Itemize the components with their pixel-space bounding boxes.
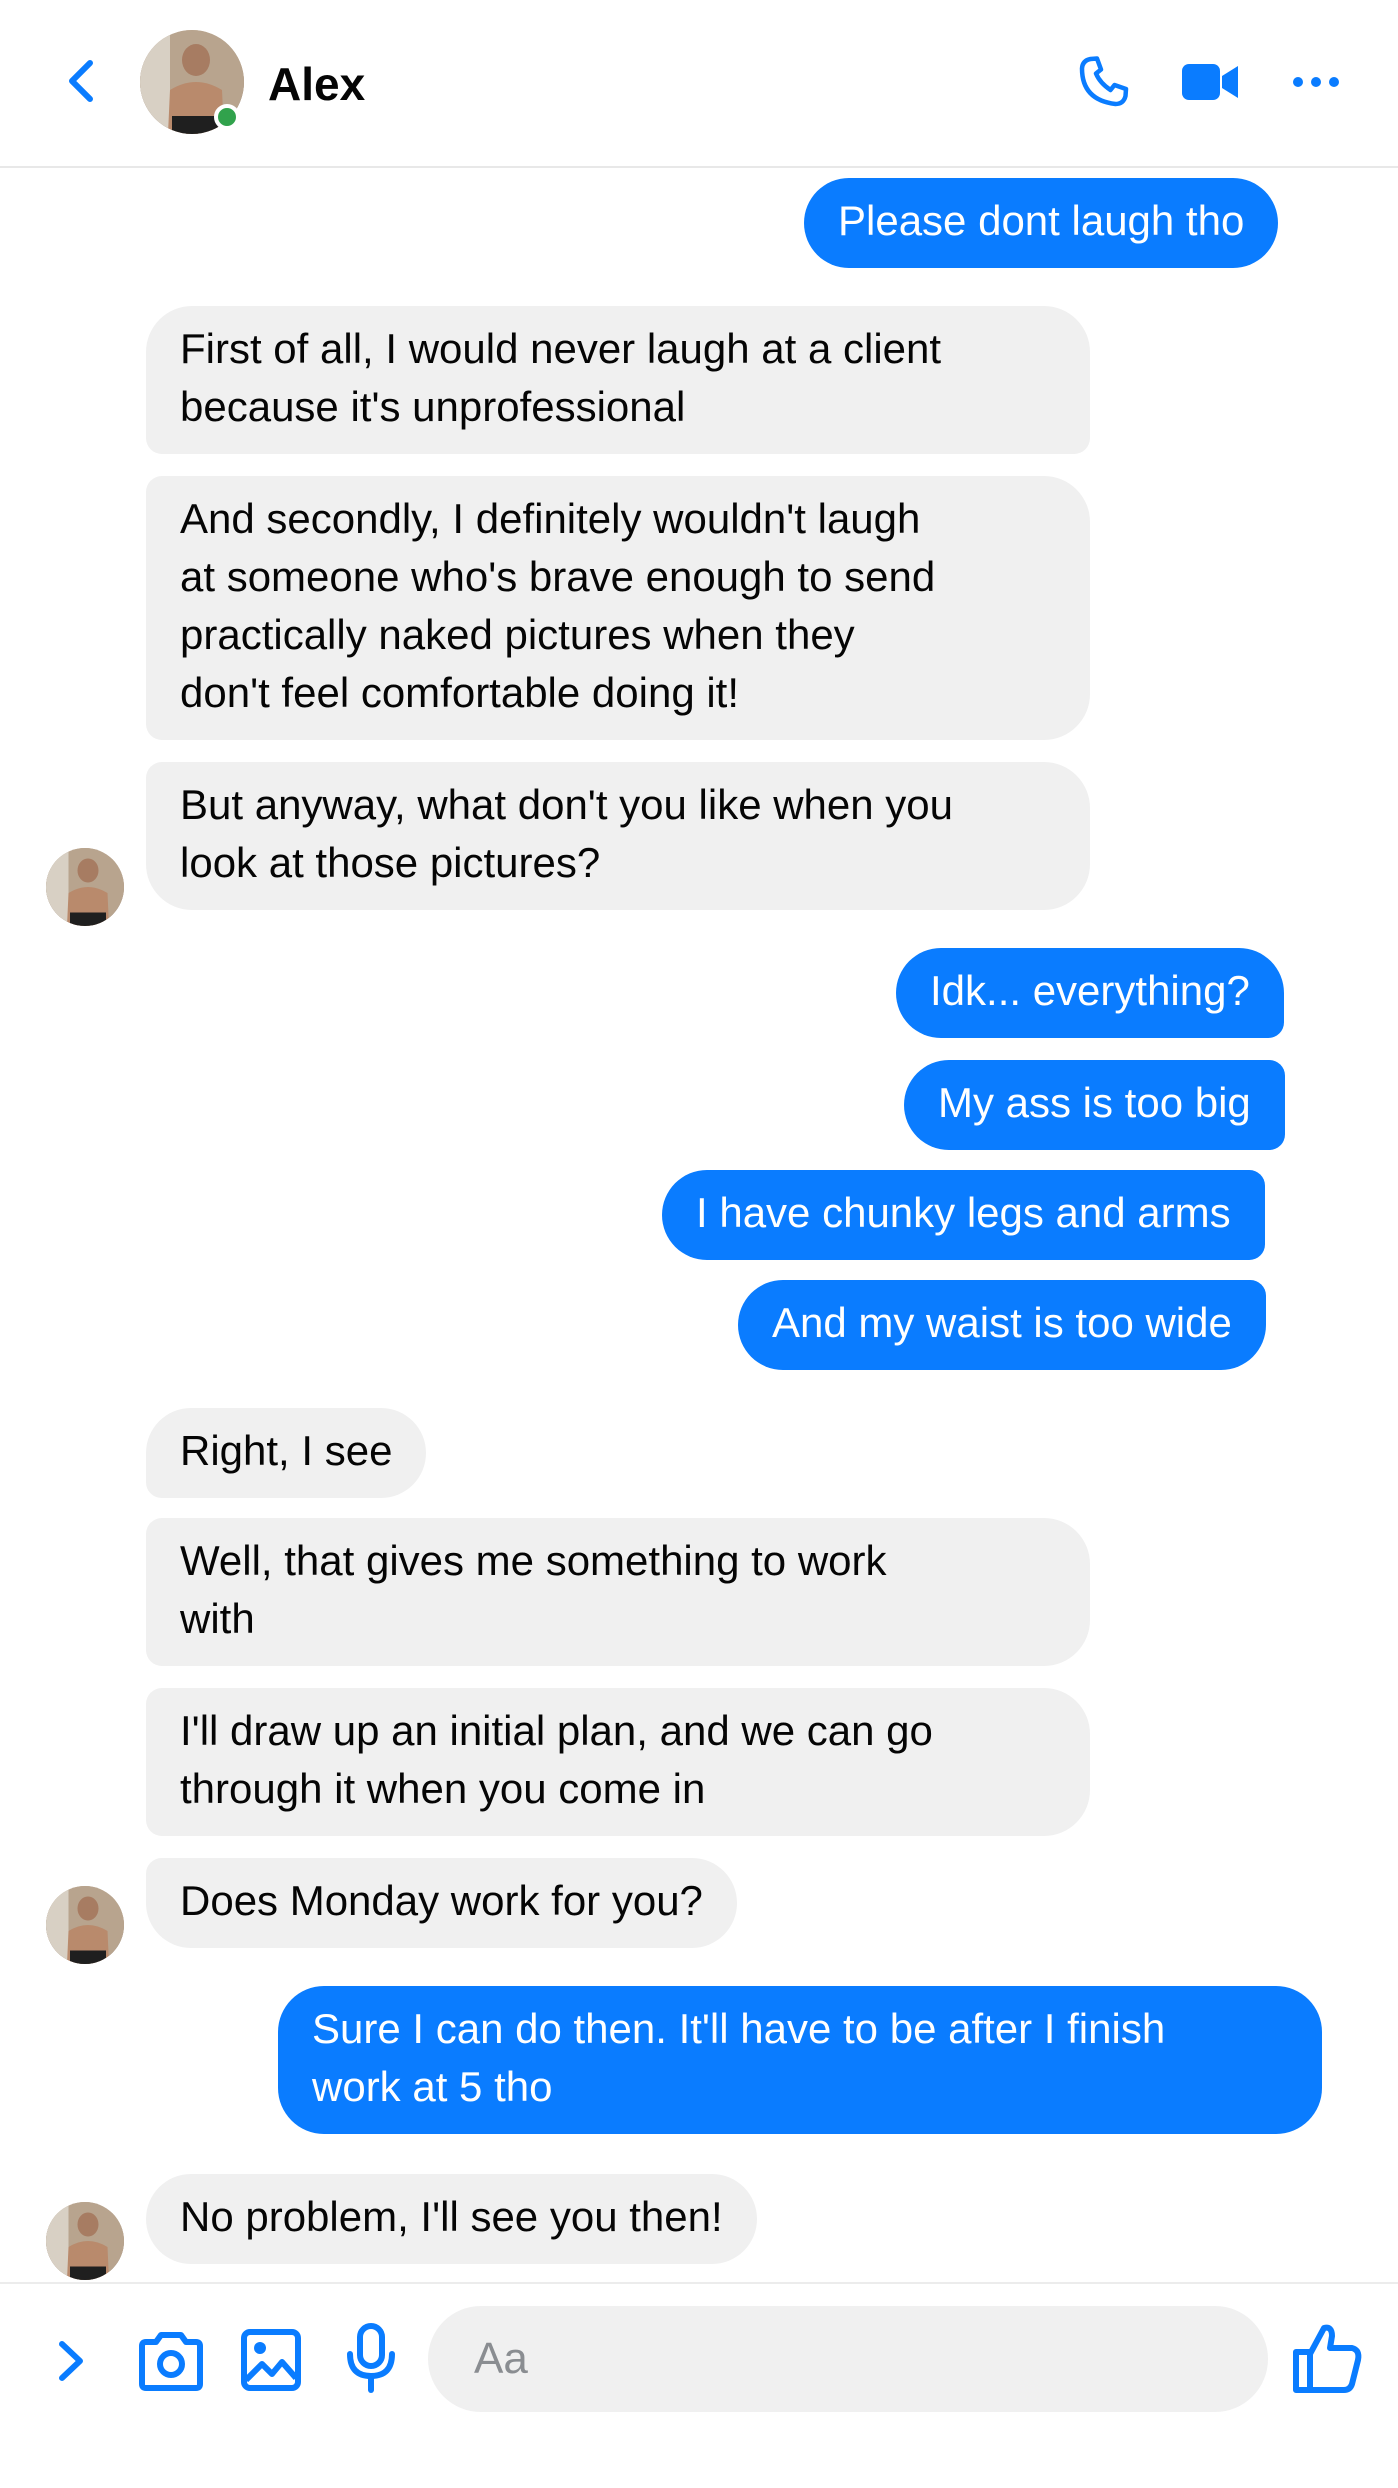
online-status-dot (214, 104, 240, 130)
message-bubble-outgoing[interactable]: I have chunky legs and arms (662, 1170, 1265, 1260)
sender-avatar[interactable] (46, 1886, 124, 1964)
message-bubble-incoming[interactable]: I'll draw up an initial plan, and we can… (146, 1688, 1090, 1836)
message-bubble-incoming[interactable]: Right, I see (146, 1408, 427, 1498)
gallery-icon[interactable] (240, 2328, 302, 2392)
message-bubble-outgoing[interactable]: My ass is too big (904, 1060, 1285, 1150)
message-bubble-incoming[interactable]: Well, that gives me something to work wi… (146, 1518, 1090, 1666)
microphone-icon[interactable] (344, 2322, 398, 2394)
message-bubble-incoming[interactable]: First of all, I would never laugh at a c… (146, 306, 1090, 454)
camera-icon[interactable] (136, 2330, 206, 2392)
message-bubble-outgoing[interactable]: Sure I can do then. It'll have to be aft… (278, 1986, 1322, 2134)
video-camera-icon[interactable] (1180, 58, 1240, 106)
phone-icon[interactable] (1074, 52, 1134, 112)
message-bubble-incoming[interactable]: But anyway, what don't you like when you… (146, 762, 1090, 910)
message-bubble-outgoing[interactable]: Please dont laugh tho (804, 178, 1279, 268)
thumbs-up-icon[interactable] (1290, 2320, 1366, 2396)
message-bubble-outgoing[interactable]: And my waist is too wide (738, 1280, 1266, 1370)
back-chevron-icon[interactable] (56, 55, 108, 107)
more-dots-icon[interactable] (1290, 72, 1342, 92)
message-bubble-incoming[interactable]: No problem, I'll see you then! (146, 2174, 757, 2264)
contact-name[interactable]: Alex (268, 58, 365, 110)
message-input[interactable] (428, 2306, 1268, 2412)
sender-avatar[interactable] (46, 2202, 124, 2280)
message-bubble-incoming[interactable]: Does Monday work for you? (146, 1858, 737, 1948)
message-bubble-incoming[interactable]: And secondly, I definitely wouldn't laug… (146, 476, 1090, 740)
sender-avatar[interactable] (46, 848, 124, 926)
expand-chevron-icon[interactable] (52, 2336, 92, 2386)
message-bubble-outgoing[interactable]: Idk... everything? (896, 948, 1284, 1038)
